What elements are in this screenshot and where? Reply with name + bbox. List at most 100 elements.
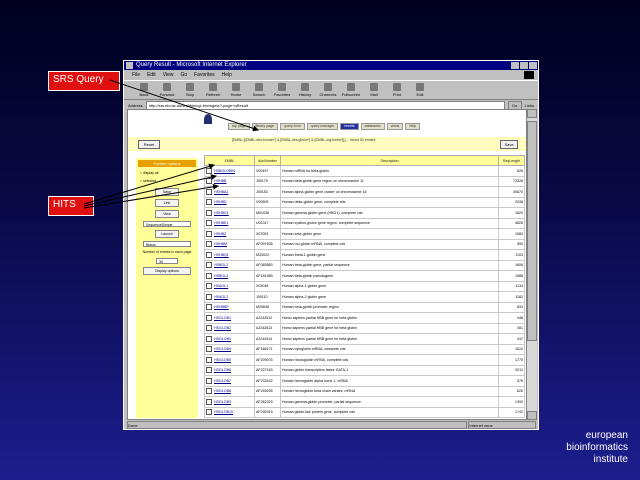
tab-databanks[interactable]: databanks: [360, 123, 385, 130]
entry-link[interactable]: HSAGL1: [214, 284, 228, 288]
entry-link[interactable]: HSHBG1: [214, 211, 229, 215]
row-checkbox[interactable]: [206, 335, 212, 342]
col-description[interactable]: Description: [280, 155, 499, 166]
menu-edit[interactable]: Edit: [147, 70, 156, 80]
scroll-thumb[interactable]: [527, 121, 537, 341]
row-checkbox[interactable]: [206, 241, 212, 248]
toolbar-forward-button[interactable]: Forward: [157, 81, 177, 99]
entry-link[interactable]: HSHBQ1: [214, 253, 229, 257]
tab-results[interactable]: results: [340, 123, 359, 130]
row-checkbox[interactable]: [206, 346, 212, 353]
radio-selected[interactable]: ○ selected: [136, 177, 198, 185]
row-checkbox[interactable]: [206, 272, 212, 279]
minimize-button[interactable]: [511, 62, 519, 69]
entry-link[interactable]: HSBGLOBIN: [214, 169, 235, 173]
toolbar-edit-button[interactable]: Edit: [410, 81, 430, 99]
tab-top-page[interactable]: top page: [228, 123, 250, 130]
row-checkbox[interactable]: [206, 377, 212, 384]
tool-select[interactable]: Blastn: [143, 241, 191, 247]
row-checkbox[interactable]: [206, 188, 212, 195]
toolbar-mail-button[interactable]: Mail: [364, 81, 384, 99]
radio-display-all[interactable]: ○ display all: [136, 169, 198, 177]
row-checkbox[interactable]: [206, 314, 212, 321]
save-button[interactable]: Save: [155, 188, 179, 196]
row-checkbox[interactable]: [206, 356, 212, 363]
entry-link[interactable]: HSHBD: [214, 200, 227, 204]
entry-link[interactable]: HSHBZ: [214, 232, 226, 236]
entry-link[interactable]: HSGLOB10: [214, 410, 233, 414]
row-checkbox[interactable]: [206, 398, 212, 405]
row-checkbox[interactable]: [206, 293, 212, 300]
entry-link[interactable]: HSGLOB2: [214, 326, 231, 330]
toolbar-refresh-button[interactable]: Refresh: [203, 81, 223, 99]
entry-link[interactable]: HSHBE1: [214, 221, 228, 225]
tab-library-page[interactable]: library page: [251, 123, 278, 130]
row-checkbox[interactable]: [206, 283, 212, 290]
row-checkbox[interactable]: [206, 262, 212, 269]
row-checkbox[interactable]: [206, 409, 212, 416]
close-button[interactable]: [529, 62, 537, 69]
toolbar-channels-button[interactable]: Channels: [318, 81, 338, 99]
vertical-scrollbar[interactable]: [527, 109, 537, 420]
entry-link[interactable]: HSGLOB4: [214, 347, 231, 351]
entry-link[interactable]: HSBGL2: [214, 263, 228, 267]
entry-link[interactable]: HSGLOB5: [214, 358, 231, 362]
entry-link[interactable]: HSHBBP: [214, 305, 229, 309]
row-checkbox[interactable]: [206, 199, 212, 206]
row-checkbox[interactable]: [206, 230, 212, 237]
toolbar-history-button[interactable]: History: [295, 81, 315, 99]
tab-query-manager[interactable]: query manager: [306, 123, 339, 130]
menu-help[interactable]: Help: [222, 70, 232, 80]
scroll-down-button[interactable]: [527, 411, 537, 420]
maximize-button[interactable]: [520, 62, 528, 69]
row-checkbox[interactable]: [206, 325, 212, 332]
entry-link[interactable]: HSHBA1: [214, 190, 228, 194]
row-checkbox[interactable]: [206, 304, 212, 311]
menu-view[interactable]: View: [163, 70, 174, 80]
row-checkbox[interactable]: [206, 388, 212, 395]
row-checkbox[interactable]: [206, 220, 212, 227]
entry-link[interactable]: HSGLOB1: [214, 316, 231, 320]
entry-link[interactable]: HSGLOB9: [214, 400, 231, 404]
toolbar-home-button[interactable]: Home: [226, 81, 246, 99]
launch-button[interactable]: Launch: [155, 230, 179, 238]
entry-link[interactable]: HSHBB: [214, 179, 226, 183]
menu-favorites[interactable]: Favorites: [194, 70, 215, 80]
entry-link[interactable]: HSHBM: [214, 242, 227, 246]
toolbar-favorites-button[interactable]: Favorites: [272, 81, 292, 99]
col-accnumber[interactable]: AccNumber: [254, 155, 281, 166]
entry-link[interactable]: HSGLOB3: [214, 337, 231, 341]
col-seqlength[interactable]: SeqLength: [498, 155, 525, 166]
toolbar-fullscreen-button[interactable]: Fullscreen: [341, 81, 361, 99]
view-button[interactable]: View: [155, 210, 179, 218]
links-label[interactable]: Links: [525, 103, 534, 108]
row-checkbox[interactable]: [206, 167, 212, 174]
tab-help[interactable]: help: [405, 123, 421, 130]
entry-link[interactable]: HSGLOB7: [214, 379, 231, 383]
menu-file[interactable]: File: [132, 70, 140, 80]
tab-views[interactable]: views: [386, 123, 404, 130]
entry-link[interactable]: HSGLOB8: [214, 389, 231, 393]
link-button[interactable]: Link: [155, 199, 179, 207]
tab-query-form[interactable]: query form: [279, 123, 305, 130]
display-options-button[interactable]: Display options: [143, 267, 191, 275]
menu-go[interactable]: Go: [180, 70, 187, 80]
row-checkbox[interactable]: [206, 251, 212, 258]
page-size-select[interactable]: 30: [156, 258, 178, 264]
toolbar-back-button[interactable]: Back: [134, 81, 154, 99]
row-checkbox[interactable]: [206, 367, 212, 374]
row-checkbox[interactable]: [206, 209, 212, 216]
toolbar-search-button[interactable]: Search: [249, 81, 269, 99]
toolbar-print-button[interactable]: Print: [387, 81, 407, 99]
entry-link[interactable]: HSAGL2: [214, 295, 228, 299]
row-checkbox[interactable]: [206, 178, 212, 185]
entry-link[interactable]: HSGLOB6: [214, 368, 231, 372]
entry-link[interactable]: HSBGL3: [214, 274, 228, 278]
save-query-button[interactable]: Save: [500, 140, 518, 149]
scroll-up-button[interactable]: [527, 109, 537, 118]
reset-button[interactable]: Reset: [138, 140, 160, 149]
col-embl[interactable]: EMBL: [204, 155, 255, 166]
toolbar-label: Favorites: [273, 92, 291, 97]
toolbar-stop-button[interactable]: Stop: [180, 81, 200, 99]
view-select[interactable]: SequenceSimple: [143, 221, 191, 227]
